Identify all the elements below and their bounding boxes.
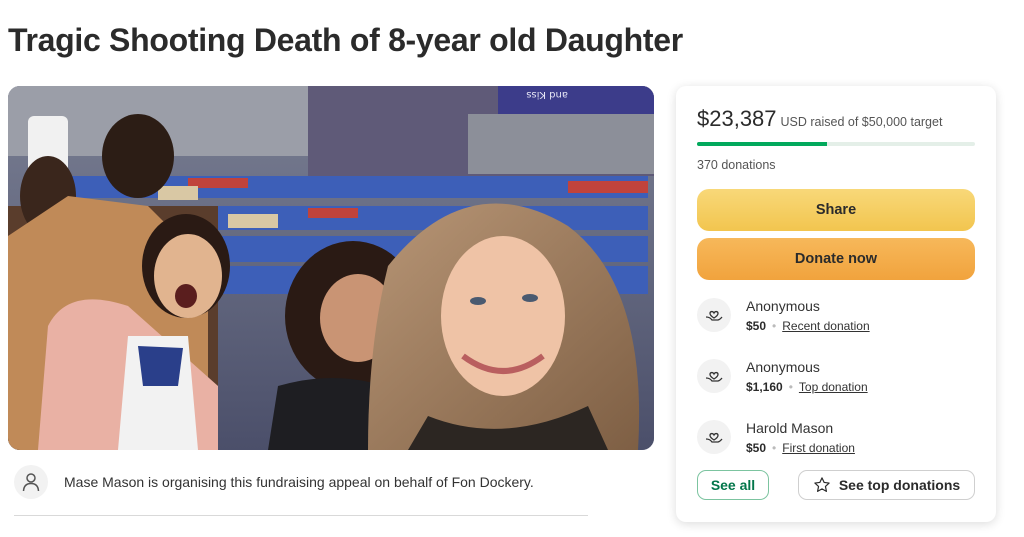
raised-amount: $23,387 xyxy=(697,106,777,131)
progress-bar xyxy=(697,142,975,146)
share-button[interactable]: Share xyxy=(697,189,975,231)
star-icon xyxy=(814,477,830,492)
background-sign-text: and Kiss xyxy=(526,89,568,100)
donation-type-link[interactable]: Top donation xyxy=(799,380,868,394)
see-all-button[interactable]: See all xyxy=(697,470,769,500)
hero-photo[interactable]: and Kiss xyxy=(8,86,654,450)
organiser-info: Mase Mason is organising this fundraisin… xyxy=(14,462,588,516)
donation-type-link[interactable]: Recent donation xyxy=(782,319,869,333)
donation-meta: $1,160 • Top donation xyxy=(746,380,868,394)
raised-target-text: USD raised of $50,000 target xyxy=(780,115,943,129)
donate-now-button[interactable]: Donate now xyxy=(697,238,975,280)
donation-amount: $1,160 xyxy=(746,380,783,394)
donation-count: 370 donations xyxy=(697,158,776,172)
donor-name: Harold Mason xyxy=(746,420,834,436)
see-top-donations-button[interactable]: See top donations xyxy=(798,470,975,500)
amount-raised: $23,387 USD raised of $50,000 target xyxy=(697,106,942,132)
progress-bar-fill xyxy=(697,142,828,146)
organiser-text: Mase Mason is organising this fundraisin… xyxy=(64,474,534,490)
donation-item: Anonymous $1,160 • Top donation xyxy=(697,357,975,401)
donation-item: Anonymous $50 • Recent donation xyxy=(697,296,975,340)
donation-amount: $50 xyxy=(746,441,767,455)
heart-hands-icon xyxy=(697,359,731,393)
donor-name: Anonymous xyxy=(746,298,820,314)
heart-hands-icon xyxy=(697,298,731,332)
donation-type-link[interactable]: First donation xyxy=(782,441,855,455)
family-selfie-photo: and Kiss xyxy=(8,86,654,450)
donation-card: $23,387 USD raised of $50,000 target 370 … xyxy=(676,86,996,522)
donation-amount: $50 xyxy=(746,319,767,333)
donation-meta: $50 • Recent donation xyxy=(746,319,870,333)
person-icon xyxy=(14,465,48,499)
page-title: Tragic Shooting Death of 8-year old Daug… xyxy=(8,22,683,58)
see-top-donations-label: See top donations xyxy=(838,477,961,493)
heart-hands-icon xyxy=(697,420,731,454)
donor-name: Anonymous xyxy=(746,359,820,375)
donation-item: Harold Mason $50 • First donation xyxy=(697,418,975,462)
donation-meta: $50 • First donation xyxy=(746,441,855,455)
